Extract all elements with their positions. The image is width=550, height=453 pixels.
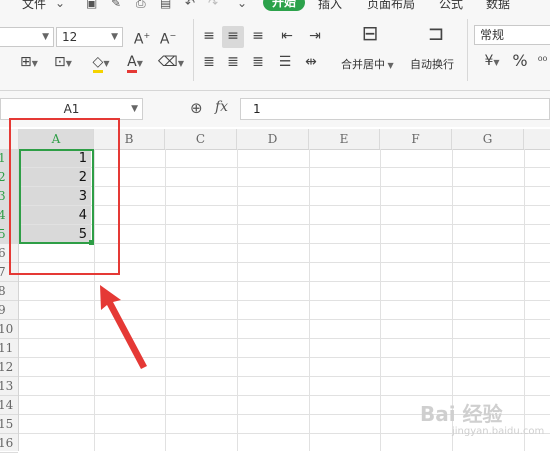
tab-insert[interactable]: 插入 (318, 0, 342, 11)
wrap-text-button[interactable]: 自动换行 (410, 56, 454, 72)
fill-color-icon: ◇ (92, 54, 104, 73)
undo-icon[interactable]: ↶ (185, 0, 195, 10)
column-header-h[interactable] (524, 129, 550, 149)
file-menu[interactable]: 文件 (22, 0, 46, 11)
align-center-button[interactable]: ≣ (222, 52, 244, 74)
formula-input[interactable]: 1 (240, 98, 550, 120)
row-header-10[interactable]: 10 (0, 320, 18, 339)
thousands-separator-button[interactable]: ⁰⁰ (535, 51, 550, 73)
print-icon[interactable]: ⎙ (136, 0, 146, 11)
name-box[interactable]: A1 ▼ (0, 98, 143, 120)
row-header-8[interactable]: 8 (0, 282, 18, 301)
increase-font-size-button[interactable]: A+ (131, 26, 153, 48)
align-middle-button[interactable]: ≡ (222, 26, 244, 48)
print-preview-icon[interactable]: ▤ (160, 0, 171, 10)
increase-indent-button[interactable]: ⇥ (304, 26, 326, 48)
chevron-down-icon: ▼ (65, 59, 72, 68)
wrap-icon[interactable]: ⊐ (421, 23, 451, 45)
grid-line (19, 395, 550, 396)
font-size-dropdown[interactable]: 12 ▼ (56, 27, 123, 47)
clear-icon: ⌫ (158, 54, 178, 70)
column-header-c[interactable]: C (165, 129, 237, 149)
font-size-value: 12 (62, 30, 78, 44)
tab-page-layout[interactable]: 页面布局 (367, 0, 415, 11)
justify-button[interactable]: ☰ (274, 52, 296, 74)
merge-center-button[interactable]: 合并居中 ▼ (341, 56, 394, 72)
chevron-down-icon: ▼ (493, 58, 500, 67)
merge-center-label: 合并居中 (341, 58, 385, 71)
save-icon[interactable]: ▣ (86, 0, 97, 10)
clear-button[interactable]: ⌫▼ (156, 52, 186, 74)
fill-color-button[interactable]: ◇▼ (86, 52, 116, 74)
border-icon: ⊞ (20, 54, 32, 70)
chevron-down-icon: ▼ (103, 59, 110, 68)
format-painter-icon[interactable]: ✎ (111, 0, 121, 10)
align-bottom-button[interactable]: ≡ (248, 26, 268, 48)
distributed-align-button[interactable]: ⇹ (300, 52, 322, 74)
font-color-icon: A (127, 54, 137, 73)
zoom-search-icon[interactable]: ⊕ (190, 99, 203, 117)
row-header-15[interactable]: 15 (0, 415, 18, 434)
redo-icon[interactable]: ↷ (208, 0, 218, 10)
chevron-down-icon: ▼ (136, 59, 143, 68)
chevron-down-icon: ▼ (31, 59, 38, 68)
tab-formula[interactable]: 公式 (439, 0, 463, 11)
watermark-logo: Bai 经验 (420, 402, 503, 426)
number-format-dropdown[interactable]: 常规 (474, 25, 550, 45)
align-left-button[interactable]: ≣ (199, 52, 219, 74)
chevron-down-icon: ▼ (385, 61, 394, 70)
ribbon-separator (193, 19, 194, 81)
row-header-13[interactable]: 13 (0, 377, 18, 396)
font-name-dropdown[interactable]: ▼ (0, 27, 54, 47)
annotation-highlight-box (9, 118, 120, 275)
menu-bar: 文件 ⌄ ▣ ✎ ⎙ ▤ ↶ ↷ ⌄ 开始 插入 页面布局 公式 数据 (0, 0, 550, 11)
column-header-d[interactable]: D (237, 129, 309, 149)
watermark-url: jingyan.baidu.com (452, 426, 545, 437)
ribbon-toolbar: ▼ 12 ▼ A+ A− ⊞▼ ⊡▼ ◇▼ A▼ ⌫▼ ≡ ≡ ≡ ⇤ ⇥ ≣ … (0, 11, 550, 91)
border-button[interactable]: ⊞▼ (14, 52, 44, 74)
align-right-button[interactable]: ≣ (248, 52, 268, 74)
row-header-14[interactable]: 14 (0, 396, 18, 415)
quick-access-chevron-icon[interactable]: ⌄ (237, 0, 247, 10)
name-box-value: A1 (63, 102, 80, 116)
row-header-9[interactable]: 9 (0, 301, 18, 320)
tab-home[interactable]: 开始 (263, 0, 305, 11)
row-header-11[interactable]: 11 (0, 339, 18, 358)
tab-data[interactable]: 数据 (486, 0, 510, 11)
cell-style-icon: ⊡ (54, 54, 66, 70)
column-header-e[interactable]: E (309, 129, 380, 149)
chevron-down-icon: ▼ (177, 59, 184, 68)
decrease-font-size-button[interactable]: A− (157, 26, 179, 48)
align-top-button[interactable]: ≡ (199, 26, 219, 48)
merge-icon[interactable]: ⊟ (355, 23, 385, 45)
row-header-16[interactable]: 16 (0, 434, 18, 453)
fx-button[interactable]: fx (215, 99, 228, 115)
currency-button[interactable]: ¥▼ (478, 51, 506, 73)
file-menu-chevron-icon[interactable]: ⌄ (55, 0, 65, 10)
ribbon-separator (467, 19, 468, 81)
chevron-down-icon: ▼ (111, 32, 118, 42)
column-header-g[interactable]: G (452, 129, 524, 149)
font-color-button[interactable]: A▼ (120, 52, 150, 74)
chevron-down-icon: ▼ (42, 32, 49, 42)
cell-style-button[interactable]: ⊡▼ (48, 52, 78, 74)
decrease-indent-button[interactable]: ⇤ (276, 26, 298, 48)
percent-button[interactable]: % (510, 51, 530, 73)
row-header-12[interactable]: 12 (0, 358, 18, 377)
grid-line (19, 376, 550, 377)
column-header-f[interactable]: F (380, 129, 452, 149)
chevron-down-icon: ▼ (131, 104, 138, 114)
annotation-arrow-icon (100, 285, 147, 369)
